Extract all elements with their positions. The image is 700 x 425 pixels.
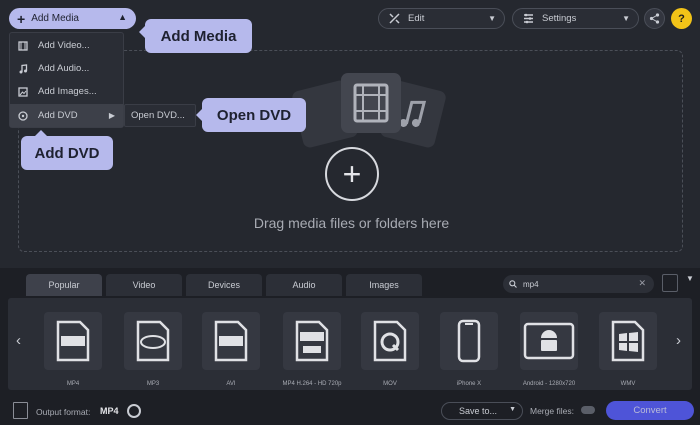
chevron-left-icon[interactable]: ‹ [16,332,21,349]
tab-video[interactable]: Video [106,274,182,296]
edit-label: Edit [408,13,425,24]
gear-icon[interactable] [127,404,141,418]
callout-open-dvd: Open DVD [196,98,306,132]
format-item-iphone-x[interactable]: iPhone X [436,312,502,387]
output-format-label: Output format: [36,407,91,417]
format-label: WMV [620,381,636,387]
drop-zone-text: Drag media files or folders here [253,215,450,231]
disc-icon [18,110,28,121]
callout-add-media: Add Media [139,19,252,53]
format-item-mp4-hd[interactable]: MP4 H.264 - HD 720p [279,312,345,387]
music-note-icon [19,63,28,73]
output-format-icon [13,402,28,419]
format-label: MP4 [66,381,80,387]
format-label: MP4 H.264 - HD 720p [282,381,342,387]
merge-files-toggle[interactable] [581,406,595,414]
chevron-right-icon[interactable]: › [676,332,681,349]
quicktime-icon [361,312,419,370]
export-presets-icon[interactable] [662,274,678,292]
format-tabs: Popular Video Devices Audio Images [26,274,422,296]
format-label: Android - 1280x720 [522,381,576,387]
mp4-hd-icon [283,312,341,370]
add-media-label: Add Media [31,13,79,24]
help-label: ? [678,12,685,25]
format-item-android[interactable]: Android - 1280x720 [516,312,582,387]
chevron-down-icon: ▼ [622,14,630,23]
add-media-button[interactable]: + Add Media ▲ [9,8,136,29]
windows-icon [599,312,657,370]
iphone-icon [440,312,498,370]
format-label: MOV [383,381,397,387]
mp4-icon [44,312,102,370]
menu-item-label: Add Images... [38,86,97,97]
search-value: mp4 [523,279,539,289]
format-item-mp4[interactable]: MP4 [40,312,106,387]
submenu-label: Open DVD... [131,110,185,121]
film-card-icon [341,73,401,133]
help-button[interactable]: ? [671,8,692,29]
edit-dropdown[interactable]: Edit ▼ [378,8,505,29]
sliders-icon [524,13,533,24]
chevron-down-icon: ▼ [509,406,516,413]
menu-item-label: Add DVD [38,110,78,121]
menu-item-add-dvd[interactable]: Add DVD ▶ [10,104,123,127]
android-icon [520,312,578,370]
settings-dropdown[interactable]: Settings ▼ [512,8,639,29]
chevron-right-icon: ▶ [108,111,115,120]
mp3-icon [124,312,182,370]
callout-add-dvd: Add DVD [21,130,113,170]
format-label: iPhone X [456,381,482,387]
format-item-avi[interactable]: AVI [198,312,264,387]
tab-devices[interactable]: Devices [186,274,262,296]
plus-icon: + [17,10,26,27]
clear-icon[interactable]: ✕ [638,278,646,289]
save-to-label: Save to... [459,406,498,416]
format-item-mp3[interactable]: MP3 [120,312,186,387]
format-label: MP3 [146,381,160,387]
chevron-up-icon: ▲ [118,12,127,22]
add-media-menu: Add Video... Add Audio... Add Images... … [9,32,124,128]
output-format-value: MP4 [100,406,119,416]
menu-item-add-images[interactable]: Add Images... [10,80,123,103]
convert-button[interactable]: Convert [606,401,694,420]
film-icon [18,40,28,51]
tools-icon [389,13,400,24]
tab-images[interactable]: Images [346,274,422,296]
format-item-wmv[interactable]: WMV [595,312,661,387]
save-to-dropdown[interactable]: Save to... ▼ [441,402,523,420]
merge-files-label: Merge files: [530,406,574,416]
search-icon [509,280,517,288]
format-label: AVI [226,381,236,387]
menu-item-add-audio[interactable]: Add Audio... [10,57,123,80]
add-files-plus-icon[interactable]: + [325,147,379,201]
format-list: ‹ MP4 MP3 AVI MP4 H.264 - HD 720p MOV iP… [8,298,692,390]
menu-item-add-video[interactable]: Add Video... [10,34,123,57]
share-icon [649,13,660,24]
submenu-open-dvd[interactable]: Open DVD... [124,104,196,127]
app-window: + Add Media ▲ Edit ▼ Settings ▼ ? + Drag… [0,0,700,425]
status-bar: Output format: MP4 Save to... ▼ Merge fi… [0,400,700,425]
settings-label: Settings [542,13,577,24]
media-placeholder-illustration [289,71,449,151]
chevron-down-icon[interactable]: ▼ [686,274,694,283]
share-button[interactable] [644,8,665,29]
menu-item-label: Add Audio... [38,63,90,74]
image-icon [18,86,28,97]
chevron-down-icon: ▼ [488,14,496,23]
menu-item-label: Add Video... [38,40,90,51]
avi-icon [202,312,260,370]
format-item-mov[interactable]: MOV [357,312,423,387]
tab-audio[interactable]: Audio [266,274,342,296]
tab-popular[interactable]: Popular [26,274,102,296]
format-panel: Popular Video Devices Audio Images mp4 ✕… [0,268,700,425]
format-search-input[interactable]: mp4 ✕ [503,275,654,293]
